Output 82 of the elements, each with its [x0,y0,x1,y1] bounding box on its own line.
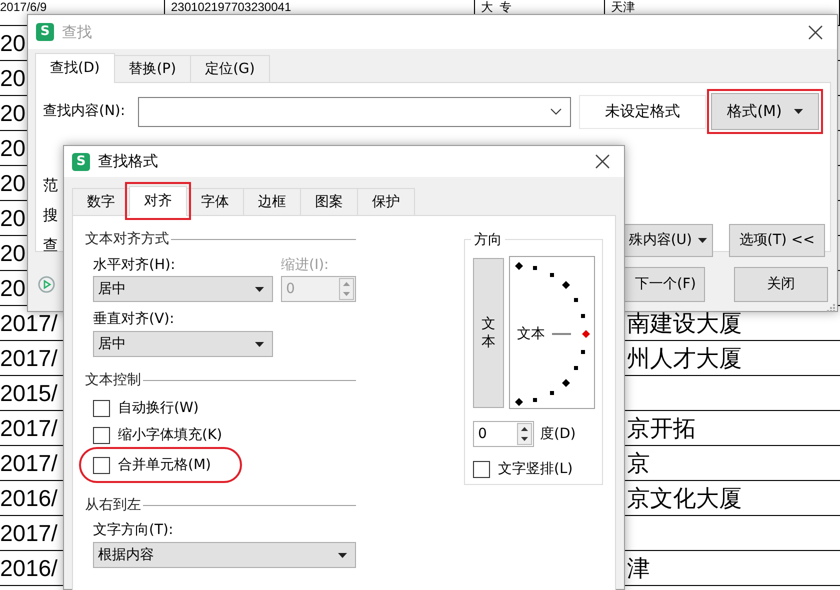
window-title: 查找格式 [98,151,158,172]
degrees-spinner[interactable]: 0 [473,421,534,447]
checkbox-label: 自动换行(W) [118,398,199,418]
table-cell-text: 20 [0,274,26,303]
table-cell-text: 20 [0,204,26,233]
checkbox[interactable] [473,460,490,478]
tab[interactable]: 定位(G) [190,55,270,82]
table-cell-text: 2017/ [0,519,58,548]
field-label: 垂直对齐(V): [92,310,176,329]
table-cell-text: 20 [0,169,26,198]
vertical-text-button[interactable]: 文本 [473,258,504,408]
section-heading: 文本控制 [85,371,141,390]
field-label: 文字方向(T): [92,521,174,540]
text-direction-dropdown[interactable]: 根据内容 [93,542,356,568]
field-label: 查找内容(N): [43,102,126,121]
close-icon[interactable] [595,154,610,169]
table-cell-text: 2017/ [0,414,58,443]
field-label: 范 [43,175,58,196]
field-label: 度(D) [540,424,576,444]
format-status-label: 未设定格式 [579,94,706,128]
checkbox[interactable] [93,456,110,474]
checkbox-label: 文字竖排(L) [498,460,573,478]
dial-pointer-drawing [552,330,590,338]
checkbox[interactable] [93,400,110,416]
field-label: 缩进(I): [281,256,329,275]
dial-text-label: 文本 [517,325,545,343]
caret-icon [255,342,264,346]
table-cell-text: 20 [0,134,26,163]
table-cell-text: 2017/ [0,344,58,373]
caret-icon [338,552,347,558]
upper-arc-drawing [515,262,585,318]
find-input-field[interactable] [138,96,572,126]
table-cell-text: 州人才大厦 [626,344,742,373]
table-cell: 大 专 [481,0,512,14]
app-logo-icon: S [36,23,54,41]
checkbox-label: 缩小字体填充(K) [118,426,222,444]
table-cell-text: 2016/ [0,554,58,583]
table-cell-text: 2017/ [0,449,58,478]
app-logo-icon: S [72,152,90,170]
section-heading: 从右到左 [85,496,141,515]
table-cell-text: 20 [0,239,26,268]
table-cell-text: 京开拓 [626,414,696,443]
tab[interactable]: 查找(D) [35,53,115,83]
table-cell-text: 20 [0,29,26,58]
options-button[interactable]: 选项(T) << [729,224,825,257]
checkbox-label: 合并单元格(M) [118,456,212,474]
spin-arrows-icon [339,278,354,300]
orientation-dial[interactable]: 文本 [509,256,595,409]
section-heading: 文本对齐方式 [85,230,169,249]
indent-spinner: 0 [281,276,356,302]
format-button[interactable]: 格式(M) [711,93,820,130]
window-title: 查找 [62,22,92,43]
close-button[interactable]: 关闭 [734,267,828,302]
resize-grip-icon [826,303,836,313]
alignment-dropdown[interactable]: 居中 [93,276,273,302]
tab[interactable]: 数字 [72,188,130,215]
spin-arrows-icon [517,423,532,445]
chevron-down-icon [550,108,562,115]
table-cell-text: 20 [0,99,26,128]
caret-icon [794,109,803,114]
alignment-dropdown[interactable]: 居中 [93,331,273,357]
table-cell-text: 京 [626,449,650,478]
table-cell-text: 2017/ [0,309,58,338]
field-label: 水平对齐(H): [92,256,176,275]
table-cell: 230102197703230041 [171,0,292,14]
tab[interactable]: 保护 [357,188,415,215]
lower-arc-drawing [515,350,585,406]
table-cell: 天津 [611,0,635,14]
field-label: 查 [43,235,58,256]
table-cell-text: 南建设大厦 [626,309,742,338]
table-cell-text: 2015/ [0,379,58,408]
table-cell: 2017/6/9 [0,0,47,14]
caret-icon [255,286,264,292]
table-cell-text: 20 [0,64,26,93]
table-cell-text: 津 [626,554,650,583]
caret-icon [698,238,707,243]
field-label: 搜 [43,205,58,226]
checkbox[interactable] [93,426,110,444]
play-icon [38,276,55,293]
table-cell-text: 京文化大厦 [626,484,742,513]
table-cell-text: 2016/ [0,484,58,513]
close-icon[interactable] [808,24,823,40]
